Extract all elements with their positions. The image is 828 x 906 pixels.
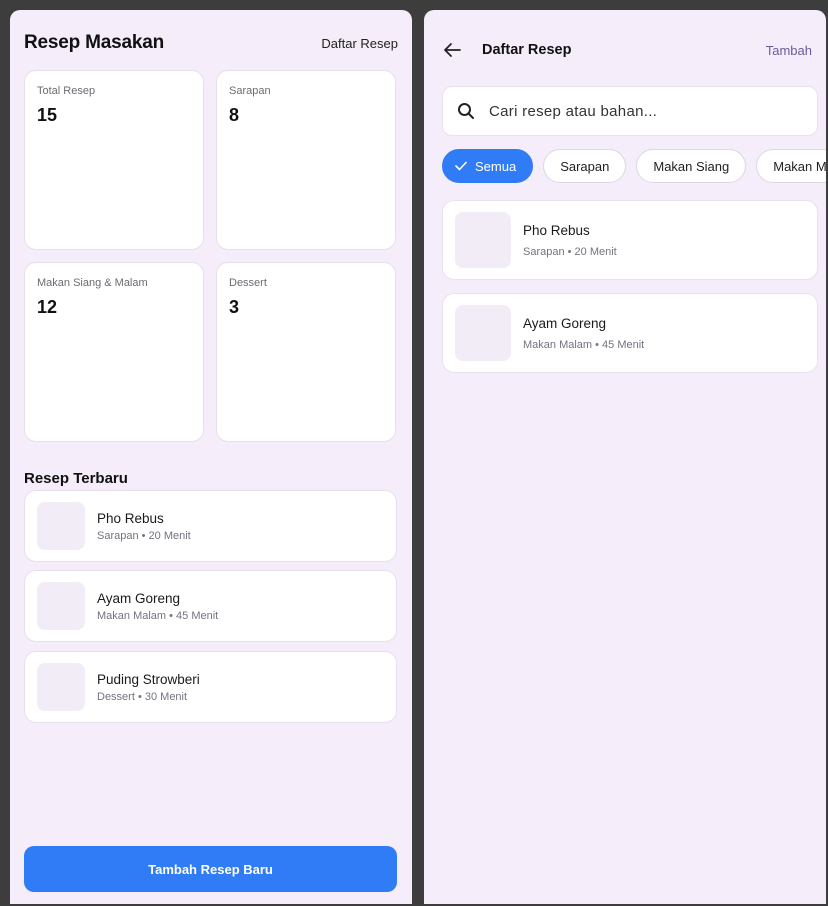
recipe-list-item[interactable]: Pho Rebus Sarapan • 20 Menit xyxy=(442,200,818,280)
chip-semua[interactable]: Semua xyxy=(442,149,534,183)
recipe-name: Ayam Goreng xyxy=(97,590,181,606)
search-bar[interactable] xyxy=(442,86,818,136)
stat-label: Total Resep xyxy=(37,85,96,97)
stat-card-breakfast: Sarapan 8 xyxy=(216,70,396,250)
recent-recipe-card[interactable]: Puding Strowberi Dessert • 30 Menit xyxy=(24,651,397,723)
stat-card-total: Total Resep 15 xyxy=(24,70,204,250)
chip-label: Makan Malam xyxy=(773,158,826,174)
recipe-thumbnail xyxy=(37,502,85,550)
recipe-meta: Makan Malam • 45 Menit xyxy=(523,338,645,351)
recipe-name: Pho Rebus xyxy=(97,510,164,526)
recipe-thumbnail xyxy=(37,582,85,630)
recipe-meta: Sarapan • 20 Menit xyxy=(97,529,191,542)
recipe-name: Pho Rebus xyxy=(523,222,590,238)
stat-value: 15 xyxy=(37,105,58,125)
page-title: Daftar Resep xyxy=(482,42,572,58)
category-filter-chips: Semua Sarapan Makan Siang Makan Malam xyxy=(442,149,826,183)
recipe-list-item[interactable]: Ayam Goreng Makan Malam • 45 Menit xyxy=(442,293,818,373)
search-input[interactable] xyxy=(489,102,789,120)
add-recipe-button[interactable]: Tambah Resep Baru xyxy=(24,846,397,892)
chip-makan-malam[interactable]: Makan Malam xyxy=(756,149,826,183)
stat-label: Dessert xyxy=(229,277,267,289)
stat-label: Makan Siang & Malam xyxy=(37,277,148,289)
chip-sarapan[interactable]: Sarapan xyxy=(543,149,627,183)
recipe-thumbnail xyxy=(455,212,511,268)
search-icon xyxy=(457,102,475,120)
recent-recipe-card[interactable]: Pho Rebus Sarapan • 20 Menit xyxy=(24,490,397,562)
recipe-meta: Makan Malam • 45 Menit xyxy=(97,609,219,622)
chip-label: Semua xyxy=(475,158,517,174)
recipe-meta: Sarapan • 20 Menit xyxy=(523,245,617,258)
recipe-thumbnail xyxy=(455,305,511,361)
check-icon xyxy=(455,161,467,171)
recent-section-title: Resep Terbaru xyxy=(24,470,128,487)
stat-value: 3 xyxy=(229,297,240,317)
chip-label: Makan Siang xyxy=(653,158,730,174)
recipe-list-screen: Daftar Resep Tambah Semua Sarapan Makan … xyxy=(424,10,826,904)
add-link[interactable]: Tambah xyxy=(766,43,812,58)
page-title: Resep Masakan xyxy=(24,32,164,53)
recipe-meta: Dessert • 30 Menit xyxy=(97,690,188,703)
recipe-thumbnail xyxy=(37,663,85,711)
stat-card-lunch-dinner: Makan Siang & Malam 12 xyxy=(24,262,204,442)
list-header: Daftar Resep Tambah xyxy=(438,30,812,70)
recipe-name: Ayam Goreng xyxy=(523,315,607,331)
home-screen: Resep Masakan Daftar Resep Total Resep 1… xyxy=(10,10,412,904)
stat-value: 12 xyxy=(37,297,58,317)
recipe-name: Puding Strowberi xyxy=(97,671,200,687)
home-header: Resep Masakan Daftar Resep xyxy=(24,28,398,58)
stat-label: Sarapan xyxy=(229,85,271,97)
stat-value: 8 xyxy=(229,105,240,125)
arrow-left-icon[interactable] xyxy=(438,36,466,64)
chip-makan-siang[interactable]: Makan Siang xyxy=(636,149,747,183)
chip-label: Sarapan xyxy=(560,158,610,174)
recipe-list-link[interactable]: Daftar Resep xyxy=(321,36,398,51)
stat-card-dessert: Dessert 3 xyxy=(216,262,396,442)
recent-recipe-card[interactable]: Ayam Goreng Makan Malam • 45 Menit xyxy=(24,570,397,642)
